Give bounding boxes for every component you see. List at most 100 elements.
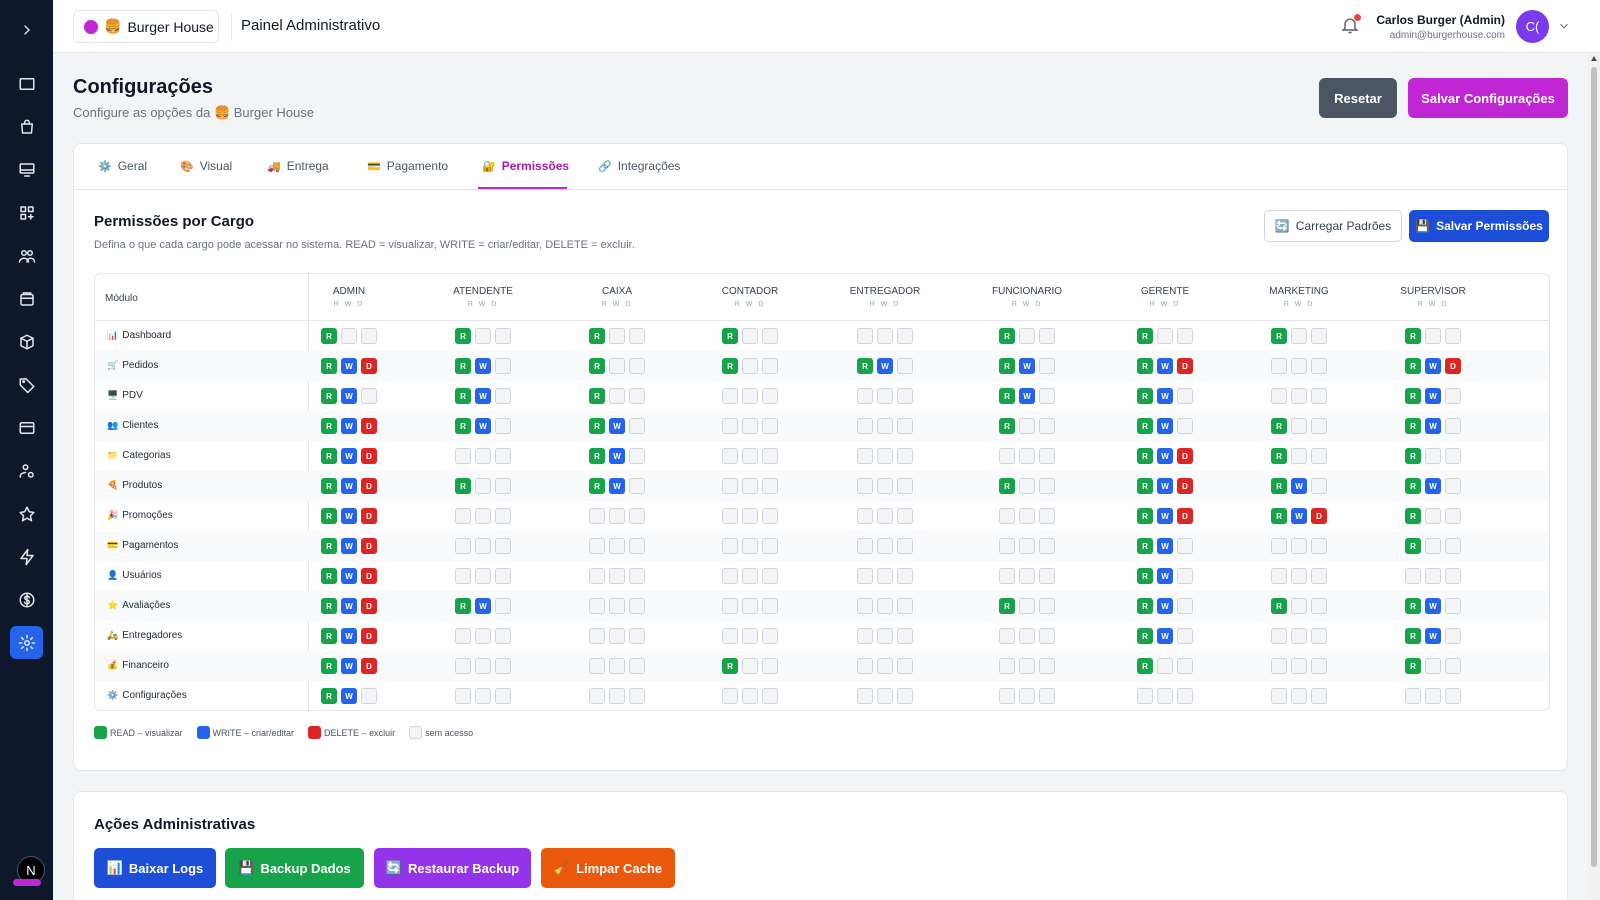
perm-toggle-d[interactable] [1445, 478, 1461, 494]
perm-toggle-r[interactable]: R [589, 328, 605, 344]
perm-toggle-r[interactable]: R [455, 598, 471, 614]
perm-toggle-d[interactable]: D [1445, 358, 1461, 374]
clear-cache-button[interactable]: 🧹 Limpar Cache [541, 848, 675, 888]
perm-toggle-w[interactable]: W [1157, 388, 1173, 404]
perm-toggle-w[interactable]: W [1019, 388, 1035, 404]
perm-toggle-r[interactable] [999, 658, 1015, 674]
perm-toggle-r[interactable] [455, 688, 471, 704]
perm-toggle-d[interactable] [1039, 478, 1055, 494]
perm-toggle-d[interactable] [1039, 658, 1055, 674]
perm-toggle-w[interactable] [877, 628, 893, 644]
perm-toggle-r[interactable] [999, 538, 1015, 554]
perm-toggle-d[interactable]: D [361, 418, 377, 434]
perm-toggle-w[interactable] [609, 628, 625, 644]
perm-toggle-d[interactable] [762, 628, 778, 644]
perm-toggle-w[interactable] [609, 388, 625, 404]
perm-toggle-d[interactable] [897, 478, 913, 494]
perm-toggle-r[interactable]: R [1405, 598, 1421, 614]
perm-toggle-w[interactable] [475, 628, 491, 644]
perm-toggle-w[interactable]: W [609, 418, 625, 434]
perm-toggle-d[interactable] [495, 628, 511, 644]
perm-toggle-r[interactable] [589, 598, 605, 614]
perm-toggle-r[interactable] [1271, 568, 1287, 584]
perm-toggle-w[interactable]: W [1425, 418, 1441, 434]
perm-toggle-r[interactable]: R [1405, 538, 1421, 554]
perm-toggle-w[interactable]: W [475, 358, 491, 374]
perm-toggle-r[interactable]: R [999, 598, 1015, 614]
perm-toggle-r[interactable] [455, 538, 471, 554]
perm-toggle-r[interactable]: R [455, 478, 471, 494]
perm-toggle-w[interactable]: W [341, 628, 357, 644]
perm-toggle-w[interactable] [1425, 538, 1441, 554]
perm-toggle-r[interactable] [857, 688, 873, 704]
perm-toggle-r[interactable] [722, 388, 738, 404]
perm-toggle-w[interactable] [1425, 658, 1441, 674]
perm-toggle-r[interactable]: R [722, 328, 738, 344]
perm-toggle-w[interactable]: W [1425, 478, 1441, 494]
perm-toggle-w[interactable]: W [341, 508, 357, 524]
perm-toggle-d[interactable]: D [361, 568, 377, 584]
perm-toggle-w[interactable]: W [1157, 598, 1173, 614]
perm-toggle-d[interactable]: D [361, 358, 377, 374]
perm-toggle-w[interactable] [1019, 478, 1035, 494]
perm-toggle-d[interactable] [1311, 388, 1327, 404]
perm-toggle-w[interactable]: W [609, 448, 625, 464]
perm-toggle-d[interactable] [762, 388, 778, 404]
perm-toggle-w[interactable] [1157, 658, 1173, 674]
perm-toggle-d[interactable] [1177, 388, 1193, 404]
perm-toggle-d[interactable] [1311, 478, 1327, 494]
page-scrollbar[interactable] [1588, 53, 1600, 900]
perm-toggle-d[interactable] [495, 418, 511, 434]
delivery-user-icon[interactable] [10, 454, 43, 487]
perm-toggle-r[interactable] [589, 688, 605, 704]
perm-toggle-d[interactable] [897, 688, 913, 704]
perm-toggle-r[interactable] [1137, 688, 1153, 704]
perm-toggle-r[interactable]: R [455, 388, 471, 404]
perm-toggle-r[interactable]: R [1137, 328, 1153, 344]
perm-toggle-r[interactable] [857, 478, 873, 494]
perm-toggle-w[interactable] [742, 328, 758, 344]
perm-toggle-w[interactable] [475, 538, 491, 554]
perm-toggle-r[interactable]: R [1405, 328, 1421, 344]
perm-toggle-r[interactable]: R [1137, 478, 1153, 494]
perm-toggle-w[interactable]: W [341, 598, 357, 614]
perm-toggle-r[interactable] [1405, 688, 1421, 704]
perm-toggle-r[interactable]: R [321, 538, 337, 554]
perm-toggle-r[interactable] [999, 508, 1015, 524]
perm-toggle-r[interactable] [455, 628, 471, 644]
perm-toggle-w[interactable] [475, 688, 491, 704]
users-icon[interactable] [10, 239, 43, 272]
perm-toggle-d[interactable] [629, 478, 645, 494]
perm-toggle-r[interactable]: R [321, 388, 337, 404]
perm-toggle-r[interactable]: R [857, 358, 873, 374]
perm-toggle-d[interactable] [897, 448, 913, 464]
perm-toggle-d[interactable] [1177, 538, 1193, 554]
perm-toggle-d[interactable] [1039, 568, 1055, 584]
perm-toggle-r[interactable] [1271, 658, 1287, 674]
perm-toggle-d[interactable] [1177, 568, 1193, 584]
perm-toggle-d[interactable] [495, 568, 511, 584]
perm-toggle-d[interactable] [897, 658, 913, 674]
perm-toggle-d[interactable] [1445, 508, 1461, 524]
perm-toggle-r[interactable] [999, 628, 1015, 644]
perm-toggle-w[interactable]: W [1425, 388, 1441, 404]
perm-toggle-w[interactable] [609, 598, 625, 614]
perm-toggle-d[interactable] [1445, 628, 1461, 644]
perm-toggle-w[interactable] [1019, 628, 1035, 644]
perm-toggle-w[interactable] [1425, 688, 1441, 704]
perm-toggle-d[interactable]: D [1177, 448, 1193, 464]
perm-toggle-d[interactable] [1177, 598, 1193, 614]
perm-toggle-w[interactable] [742, 478, 758, 494]
perm-toggle-r[interactable]: R [589, 478, 605, 494]
perm-toggle-r[interactable] [589, 508, 605, 524]
perm-toggle-r[interactable] [1271, 688, 1287, 704]
perm-toggle-d[interactable] [762, 568, 778, 584]
perm-toggle-r[interactable]: R [321, 628, 337, 644]
perm-toggle-r[interactable]: R [321, 448, 337, 464]
perm-toggle-d[interactable]: D [361, 538, 377, 554]
monitor-icon[interactable] [10, 153, 43, 186]
perm-toggle-d[interactable] [1039, 538, 1055, 554]
perm-toggle-r[interactable] [857, 388, 873, 404]
perm-toggle-r[interactable]: R [1137, 358, 1153, 374]
perm-toggle-d[interactable] [897, 418, 913, 434]
